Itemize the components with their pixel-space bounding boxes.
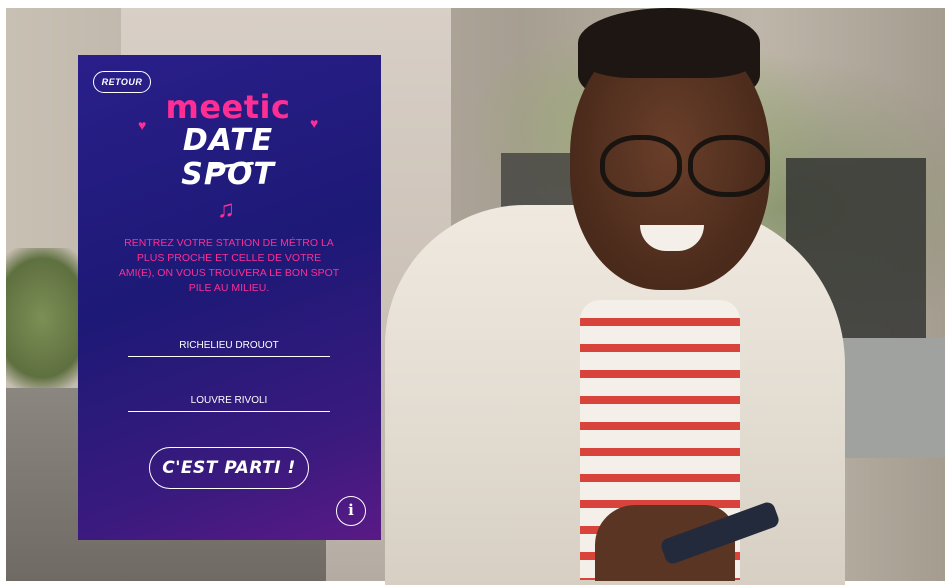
- station-1-input[interactable]: RICHELIEU DROUOT: [128, 336, 330, 357]
- subbrand-name: DATE SPOT: [181, 123, 275, 192]
- glasses-right-lens: [688, 135, 770, 197]
- person-hair-top: [578, 8, 760, 78]
- instructions-text: RENTREZ VOTRE STATION DE MÉTRO LA PLUS P…: [118, 237, 340, 294]
- brand-name: meetic: [165, 88, 291, 126]
- station-2-input[interactable]: LOUVRE RIVOLI: [128, 391, 330, 412]
- meetic-date-spot-logo: meetic DATE SPOT: [138, 88, 318, 192]
- info-icon[interactable]: i: [336, 496, 366, 526]
- date-spot-panel: RETOUR ♥ ♥ meetic DATE SPOT ♫ RENTREZ VO…: [78, 55, 381, 540]
- music-notes-icon: ♫: [217, 196, 235, 223]
- submit-button[interactable]: C'EST PARTI !: [149, 447, 309, 489]
- glasses-left-lens: [600, 135, 682, 197]
